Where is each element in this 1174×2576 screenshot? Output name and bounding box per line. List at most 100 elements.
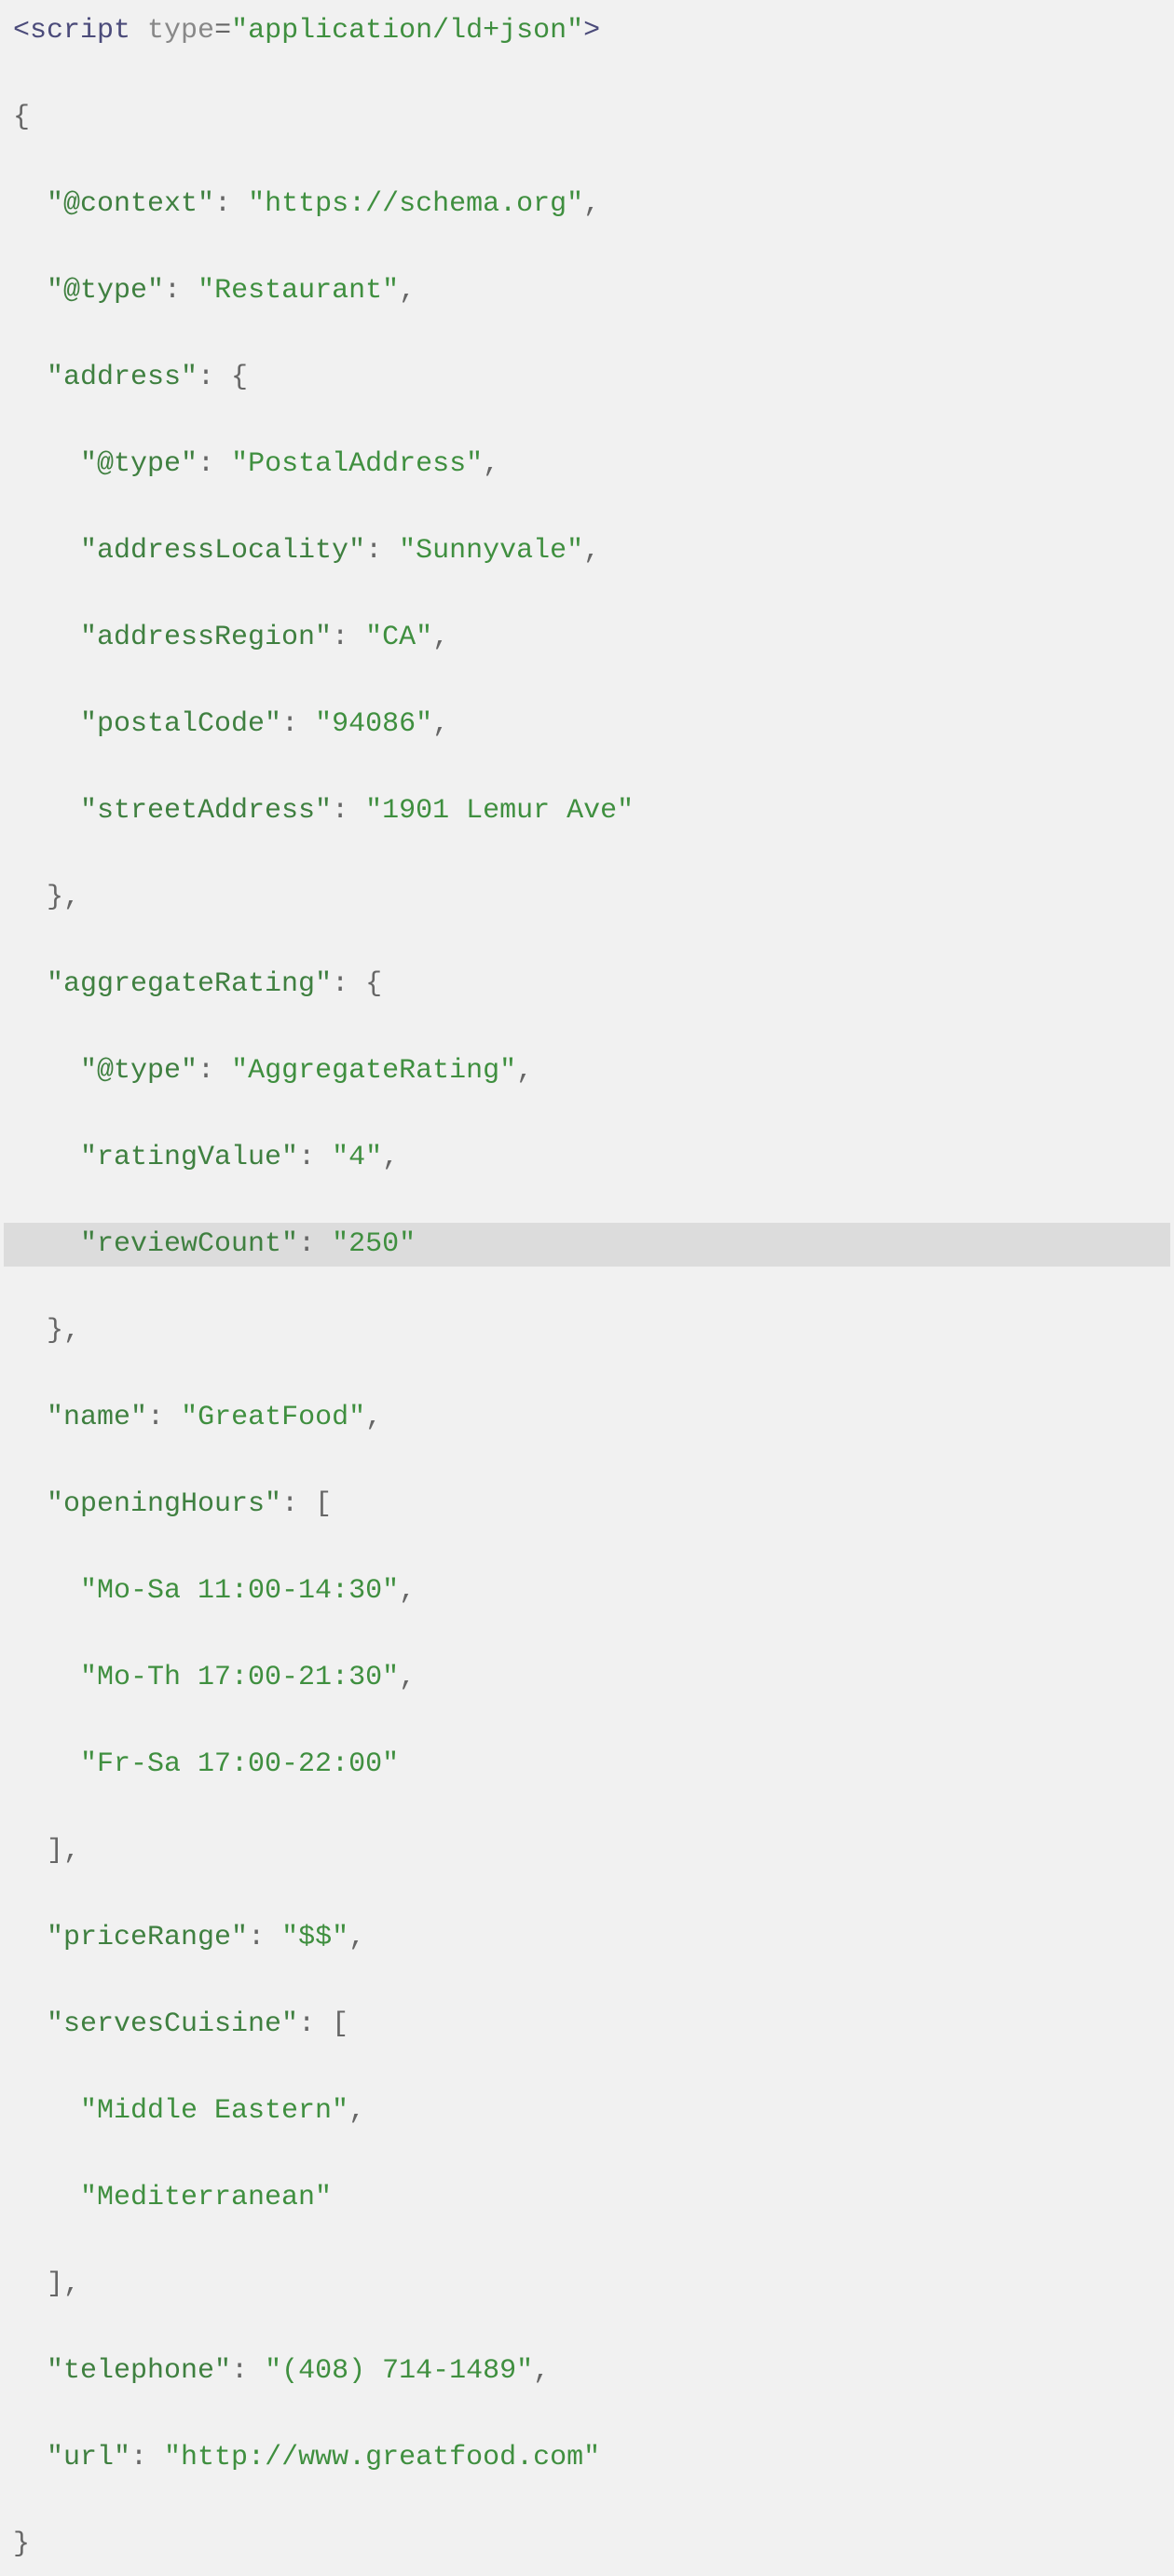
token-str: "Restaurant" <box>198 275 399 307</box>
token-punct: { <box>13 102 30 133</box>
token-punct: : <box>147 1402 181 1433</box>
script-attr-name: type <box>130 15 214 47</box>
token-punct: : <box>281 708 315 740</box>
token-punct: , <box>533 2355 550 2387</box>
token-str: "https://schema.org" <box>248 188 583 220</box>
code-line: "openingHours": [ <box>4 1483 1170 1527</box>
code-line: "@type": "Restaurant", <box>4 269 1170 313</box>
token-punct: , <box>583 188 600 220</box>
token-str: "1901 Lemur Ave" <box>365 795 634 827</box>
token-punct: , <box>432 622 449 653</box>
token-str: "GreatFood" <box>181 1402 365 1433</box>
token-str: "Mediterranean" <box>80 2182 332 2213</box>
token-punct: } <box>13 2528 30 2560</box>
token-punct: ], <box>47 2268 80 2300</box>
token-punct: : <box>198 448 231 480</box>
token-punct: : [ <box>298 2008 348 2040</box>
code-line: "@context": "https://schema.org", <box>4 183 1170 226</box>
code-line: "aggregateRating": { <box>4 963 1170 1007</box>
code-line: }, <box>4 876 1170 920</box>
code-line: ], <box>4 1829 1170 1873</box>
token-key: "@type" <box>80 448 198 480</box>
code-line: "streetAddress": "1901 Lemur Ave" <box>4 789 1170 833</box>
code-line: "Fr-Sa 17:00-22:00" <box>4 1743 1170 1787</box>
token-punct: }, <box>47 1315 80 1347</box>
token-punct: , <box>348 2095 365 2127</box>
token-key: "priceRange" <box>47 1922 248 1953</box>
token-str: "4" <box>332 1142 382 1173</box>
token-punct: : <box>332 622 365 653</box>
token-str: "(408) 714-1489" <box>265 2355 533 2387</box>
code-line: "Mo-Sa 11:00-14:30", <box>4 1569 1170 1613</box>
code-line: "priceRange": "$$", <box>4 1916 1170 1960</box>
code-line: "postalCode": "94086", <box>4 703 1170 747</box>
token-punct: : <box>298 1142 332 1173</box>
code-line: "@type": "PostalAddress", <box>4 443 1170 486</box>
code-line: "name": "GreatFood", <box>4 1396 1170 1440</box>
token-key: "@context" <box>47 188 214 220</box>
token-key: "aggregateRating" <box>47 968 332 1000</box>
token-punct: : <box>248 1922 281 1953</box>
script-tag-open: <script <box>13 15 130 47</box>
token-str: "$$" <box>281 1922 348 1953</box>
code-line: "reviewCount": "250" <box>4 1223 1170 1267</box>
token-key: "address" <box>47 362 198 393</box>
code-line: "addressRegion": "CA", <box>4 616 1170 660</box>
token-punct: , <box>365 1402 382 1433</box>
token-punct: , <box>399 1662 416 1693</box>
token-punct: : { <box>198 362 248 393</box>
token-punct: }, <box>47 882 80 913</box>
token-punct: , <box>483 448 499 480</box>
code-line: { <box>4 96 1170 140</box>
token-str: "Fr-Sa 17:00-22:00" <box>80 1748 399 1780</box>
token-key: "servesCuisine" <box>47 2008 298 2040</box>
code-line: "Middle Eastern", <box>4 2090 1170 2133</box>
token-key: "reviewCount" <box>80 1228 298 1260</box>
token-punct: , <box>432 708 449 740</box>
token-key: "openingHours" <box>47 1488 281 1520</box>
token-key: "telephone" <box>47 2355 231 2387</box>
token-key: "name" <box>47 1402 147 1433</box>
token-str: "250" <box>332 1228 416 1260</box>
code-line: <script type="application/ld+json"> <box>4 9 1170 53</box>
code-line: "ratingValue": "4", <box>4 1136 1170 1180</box>
token-punct: : <box>164 275 198 307</box>
token-punct: : <box>214 188 248 220</box>
token-str: "PostalAddress" <box>231 448 483 480</box>
token-key: "addressLocality" <box>80 535 365 567</box>
token-str: "http://www.greatfood.com" <box>164 2442 600 2473</box>
token-punct: , <box>382 1142 399 1173</box>
token-punct: : [ <box>281 1488 332 1520</box>
code-line: "Mo-Th 17:00-21:30", <box>4 1656 1170 1700</box>
code-line: }, <box>4 1309 1170 1353</box>
token-punct: , <box>399 1575 416 1607</box>
token-punct: , <box>516 1055 533 1087</box>
code-line: } <box>4 2523 1170 2567</box>
token-key: "ratingValue" <box>80 1142 298 1173</box>
token-str: "CA" <box>365 622 432 653</box>
token-punct: , <box>583 535 600 567</box>
token-str: "Middle Eastern" <box>80 2095 348 2127</box>
code-line: "Mediterranean" <box>4 2176 1170 2220</box>
token-key: "url" <box>47 2442 130 2473</box>
token-punct: ], <box>47 1835 80 1867</box>
token-punct: : <box>231 2355 265 2387</box>
token-key: "@type" <box>47 275 164 307</box>
token-str: "Mo-Sa 11:00-14:30" <box>80 1575 399 1607</box>
token-punct: : <box>365 535 399 567</box>
code-block: <script type="application/ld+json"> { "@… <box>0 0 1174 2576</box>
token-str: "94086" <box>315 708 432 740</box>
code-line: "telephone": "(408) 714-1489", <box>4 2350 1170 2393</box>
script-attr-value: "application/ld+json" <box>231 15 583 47</box>
token-punct: : <box>130 2442 164 2473</box>
token-str: "AggregateRating" <box>231 1055 516 1087</box>
code-line: "url": "http://www.greatfood.com" <box>4 2436 1170 2480</box>
code-line: "servesCuisine": [ <box>4 2003 1170 2047</box>
token-str: "Sunnyvale" <box>399 535 583 567</box>
code-line: ], <box>4 2263 1170 2307</box>
token-punct: : { <box>332 968 382 1000</box>
token-key: "addressRegion" <box>80 622 332 653</box>
token-punct: , <box>399 275 416 307</box>
token-str: "Mo-Th 17:00-21:30" <box>80 1662 399 1693</box>
token-punct: : <box>198 1055 231 1087</box>
